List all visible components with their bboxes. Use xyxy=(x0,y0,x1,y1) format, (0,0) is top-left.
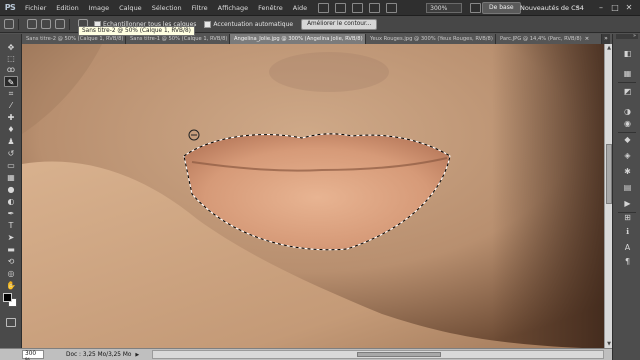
color-panel-icon[interactable]: ◧ xyxy=(622,48,633,59)
status-bar: 300 % Doc : 3,25 Mo/3,25 Mo ▶ xyxy=(0,348,612,360)
close-icon[interactable]: ✕ xyxy=(624,0,634,16)
photoshop-logo: PS xyxy=(4,3,16,12)
move-tool-icon[interactable]: ✥ xyxy=(4,42,18,53)
horizontal-scrollbar[interactable] xyxy=(152,350,604,359)
menu-file[interactable]: Fichier xyxy=(20,0,51,16)
dodge-tool-icon[interactable]: ◐ xyxy=(4,196,18,207)
photo-lips-closeup xyxy=(22,44,612,348)
gradient-tool-icon[interactable]: ▦ xyxy=(4,172,18,183)
paths-panel-icon[interactable]: ✱ xyxy=(622,166,633,177)
hand-tool-icon[interactable] xyxy=(352,2,364,13)
tab-close-icon[interactable]: × xyxy=(585,34,590,44)
info-panel-icon[interactable]: ℹ xyxy=(622,226,633,237)
auto-enhance-label: Accentuation automatique xyxy=(213,20,294,28)
menu-filter[interactable]: Filtre xyxy=(187,0,213,16)
status-menu-arrow-icon[interactable]: ▶ xyxy=(135,352,139,358)
tool-preset-icon[interactable] xyxy=(4,19,14,29)
menu-window[interactable]: Fenêtre xyxy=(253,0,288,16)
refine-edge-button[interactable]: Améliorer le contour... xyxy=(301,18,378,30)
lasso-tool-icon[interactable]: ꝏ xyxy=(4,64,18,75)
eraser-tool-icon[interactable]: ▭ xyxy=(4,160,18,171)
pen-tool-icon[interactable]: ✒ xyxy=(4,208,18,219)
quick-selection-tool-icon[interactable]: ✎ xyxy=(4,76,18,87)
horizontal-scroll-thumb[interactable] xyxy=(357,352,441,357)
collapse-dock-icon[interactable]: » xyxy=(633,33,636,39)
subtract-from-selection-icon[interactable] xyxy=(55,19,65,29)
zoom-tool-icon[interactable] xyxy=(369,2,381,13)
tab-parc[interactable]: Parc.JPG @ 14,4% (Parc, RVB/8) × xyxy=(496,34,602,44)
tab-label: Yeux Rouges.jpg @ 300% (Yeux Rouges, RVB… xyxy=(370,36,493,42)
menu-select[interactable]: Sélection xyxy=(147,0,187,16)
swatches-panel-icon[interactable]: ▦ xyxy=(622,68,633,79)
workspace-more-icon[interactable]: » xyxy=(576,0,580,16)
zoom-level-field[interactable]: 300 % xyxy=(22,350,44,360)
healing-brush-tool-icon[interactable]: ✚ xyxy=(4,112,18,123)
styles-panel-icon[interactable]: ◩ xyxy=(622,86,633,97)
document-tooltip: Sans titre-2 @ 50% (Calque 1, RVB/8) xyxy=(78,26,195,36)
shape-tool-icon[interactable]: ▬ xyxy=(4,244,18,255)
nose-shadow xyxy=(269,52,389,92)
document-size-info: Doc : 3,25 Mo/3,25 Mo xyxy=(66,351,132,358)
add-to-selection-icon[interactable] xyxy=(41,19,51,29)
view-extras-icon[interactable] xyxy=(335,2,347,13)
dock-divider xyxy=(618,132,636,133)
menu-layer[interactable]: Calque xyxy=(114,0,147,16)
tab-yeux-rouges[interactable]: Yeux Rouges.jpg @ 300% (Yeux Rouges, RVB… xyxy=(366,34,496,44)
masks-panel-icon[interactable]: ◉ xyxy=(622,118,633,129)
paragraph-panel-icon[interactable]: ¶ xyxy=(622,256,633,267)
history-brush-tool-icon[interactable]: ↺ xyxy=(4,148,18,159)
new-selection-icon[interactable] xyxy=(27,19,37,29)
arrange-documents-icon[interactable] xyxy=(470,2,482,13)
type-tool-icon[interactable]: T xyxy=(4,220,18,231)
shadow-right xyxy=(492,44,612,348)
minimize-icon[interactable]: – xyxy=(596,0,606,16)
eyedropper-tool-icon[interactable]: ⁄ xyxy=(4,100,18,111)
tabs-overflow-icon[interactable]: » xyxy=(602,34,610,44)
history-panel-icon[interactable]: ▤ xyxy=(622,182,633,193)
clone-stamp-tool-icon[interactable]: ♟ xyxy=(4,136,18,147)
vertical-scrollbar[interactable]: ▲ ▼ xyxy=(604,44,612,348)
tab-label: Angelina_Jolie.jpg @ 300% (Angelina Joli… xyxy=(234,36,363,42)
foreground-color-swatch[interactable] xyxy=(3,293,12,302)
marquee-tool-icon[interactable]: ⬚ xyxy=(4,53,18,64)
actions-panel-icon[interactable]: ▶ xyxy=(622,198,633,209)
character-panel-icon[interactable]: A xyxy=(622,242,633,253)
zoom-level-select[interactable]: 300% xyxy=(426,2,463,13)
tab-angelina-jolie[interactable]: Angelina_Jolie.jpg @ 300% (Angelina Joli… xyxy=(230,34,366,44)
launch-bridge-icon[interactable] xyxy=(318,2,330,13)
panel-dock: » ◧ ▦ ◩ ◑ ◉ ◆ ◈ ✱ ▤ ▶ ⊞ ℹ A ¶ xyxy=(612,33,640,360)
channels-panel-icon[interactable]: ◈ xyxy=(622,150,633,161)
divider xyxy=(69,18,70,30)
dock-divider xyxy=(618,82,636,83)
workspace-new-in-cs4[interactable]: Nouveautés de CS4 xyxy=(520,0,584,16)
restore-icon[interactable]: □ xyxy=(610,0,620,16)
layers-panel-icon[interactable]: ◆ xyxy=(622,134,633,145)
tab-label: Parc.JPG @ 14,4% (Parc, RVB/8) xyxy=(500,36,582,42)
divider xyxy=(18,18,19,30)
dock-grip[interactable]: » xyxy=(616,33,638,39)
menu-edit[interactable]: Edition xyxy=(51,0,84,16)
quick-mask-icon[interactable] xyxy=(6,318,16,327)
auto-enhance-checkbox[interactable] xyxy=(204,20,212,28)
3d-rotate-tool-icon[interactable]: ⟲ xyxy=(4,256,18,267)
document-canvas[interactable] xyxy=(22,44,612,348)
menu-help[interactable]: Aide xyxy=(288,0,312,16)
3d-orbit-tool-icon[interactable]: ◎ xyxy=(4,268,18,279)
crop-tool-icon[interactable]: ⌗ xyxy=(4,88,18,99)
rotate-view-icon[interactable] xyxy=(386,2,398,13)
zoom-tool-icon[interactable]: ⌕ xyxy=(4,280,18,291)
blur-tool-icon[interactable]: ● xyxy=(4,184,18,195)
tools-panel: ✥ ⬚ ꝏ ✎ ⌗ ⁄ ✚ ♦ ♟ ↺ ▭ ▦ ● ◐ ✒ T ➤ ▬ ⟲ ◎ ✋ ⌕ xyxy=(0,34,22,348)
menu-view[interactable]: Affichage xyxy=(213,0,254,16)
navigator-panel-icon[interactable]: ⊞ xyxy=(622,212,633,223)
adjustments-panel-icon[interactable]: ◑ xyxy=(622,106,633,117)
menu-image[interactable]: Image xyxy=(84,0,114,16)
path-selection-tool-icon[interactable]: ➤ xyxy=(4,232,18,243)
brush-tool-icon[interactable]: ♦ xyxy=(4,124,18,135)
workspace-basics-button[interactable]: De base xyxy=(482,2,521,14)
